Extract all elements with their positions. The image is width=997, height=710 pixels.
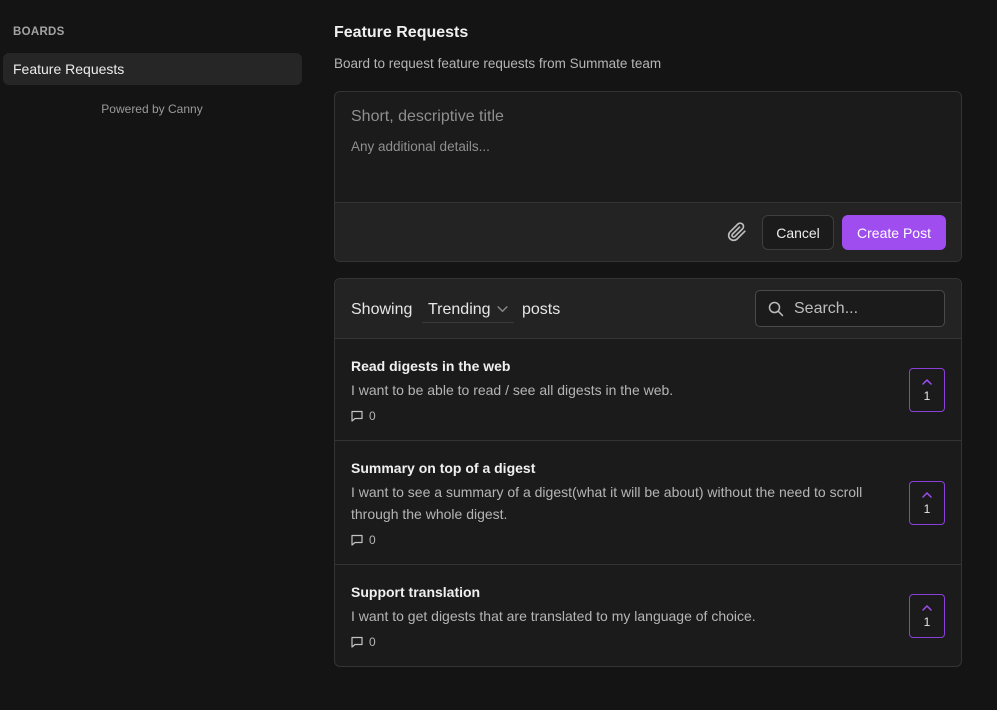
post-body: I want to see a summary of a digest(what… [351, 484, 863, 522]
sidebar-item-feature-requests[interactable]: Feature Requests [3, 53, 302, 85]
paperclip-icon[interactable] [727, 222, 747, 242]
post-title[interactable]: Summary on top of a digest [351, 460, 535, 476]
boards-heading: BOARDS [13, 26, 65, 38]
search-input[interactable] [794, 299, 934, 319]
upvote-button[interactable]: 1 [909, 481, 945, 525]
showing-label: Showing [351, 301, 413, 318]
powered-by-link[interactable]: Powered by Canny [0, 102, 304, 116]
chevron-up-icon [922, 378, 932, 385]
comment-count: 0 [351, 635, 376, 649]
cancel-button[interactable]: Cancel [762, 215, 834, 250]
comment-count-value: 0 [369, 533, 376, 547]
page-title: Feature Requests [334, 24, 469, 41]
sort-value: Trending [428, 300, 491, 318]
chevron-down-icon [496, 306, 508, 313]
post-composer: Cancel Create Post [334, 91, 962, 262]
sidebar: BOARDS Feature Requests Powered by Canny [0, 0, 310, 710]
search-icon [768, 301, 784, 317]
post-title[interactable]: Read digests in the web [351, 358, 510, 374]
post-details-input[interactable] [351, 139, 941, 189]
upvote-button[interactable]: 1 [909, 368, 945, 412]
post-item[interactable]: Read digests in the web I want to be abl… [335, 339, 961, 441]
post-title-input[interactable] [351, 108, 941, 126]
post-item[interactable]: Support translation I want to get digest… [335, 565, 961, 666]
create-post-button[interactable]: Create Post [842, 215, 946, 250]
comment-icon [351, 534, 363, 546]
sort-dropdown[interactable]: Trending [422, 297, 514, 323]
chevron-up-icon [922, 491, 932, 498]
search-box [755, 290, 945, 327]
post-title[interactable]: Support translation [351, 584, 480, 600]
page-description: Board to request feature requests from S… [334, 56, 662, 71]
chevron-up-icon [922, 604, 932, 611]
comment-count-value: 0 [369, 635, 376, 649]
comment-icon [351, 410, 363, 422]
post-body: I want to be able to read / see all dige… [351, 382, 674, 398]
post-item[interactable]: Summary on top of a digest I want to see… [335, 441, 961, 565]
comment-icon [351, 636, 363, 648]
vote-count: 1 [923, 614, 931, 629]
vote-count: 1 [923, 501, 931, 516]
comment-count: 0 [351, 533, 376, 547]
comment-count: 0 [351, 409, 376, 423]
posts-label: posts [522, 301, 561, 318]
post-body: I want to get digests that are translate… [351, 608, 756, 624]
posts-panel: Showing Trending posts Read digests i [334, 278, 962, 667]
composer-footer: Cancel Create Post [335, 202, 961, 261]
upvote-button[interactable]: 1 [909, 594, 945, 638]
vote-count: 1 [923, 388, 931, 403]
comment-count-value: 0 [369, 409, 376, 423]
posts-header: Showing Trending posts [335, 279, 961, 339]
